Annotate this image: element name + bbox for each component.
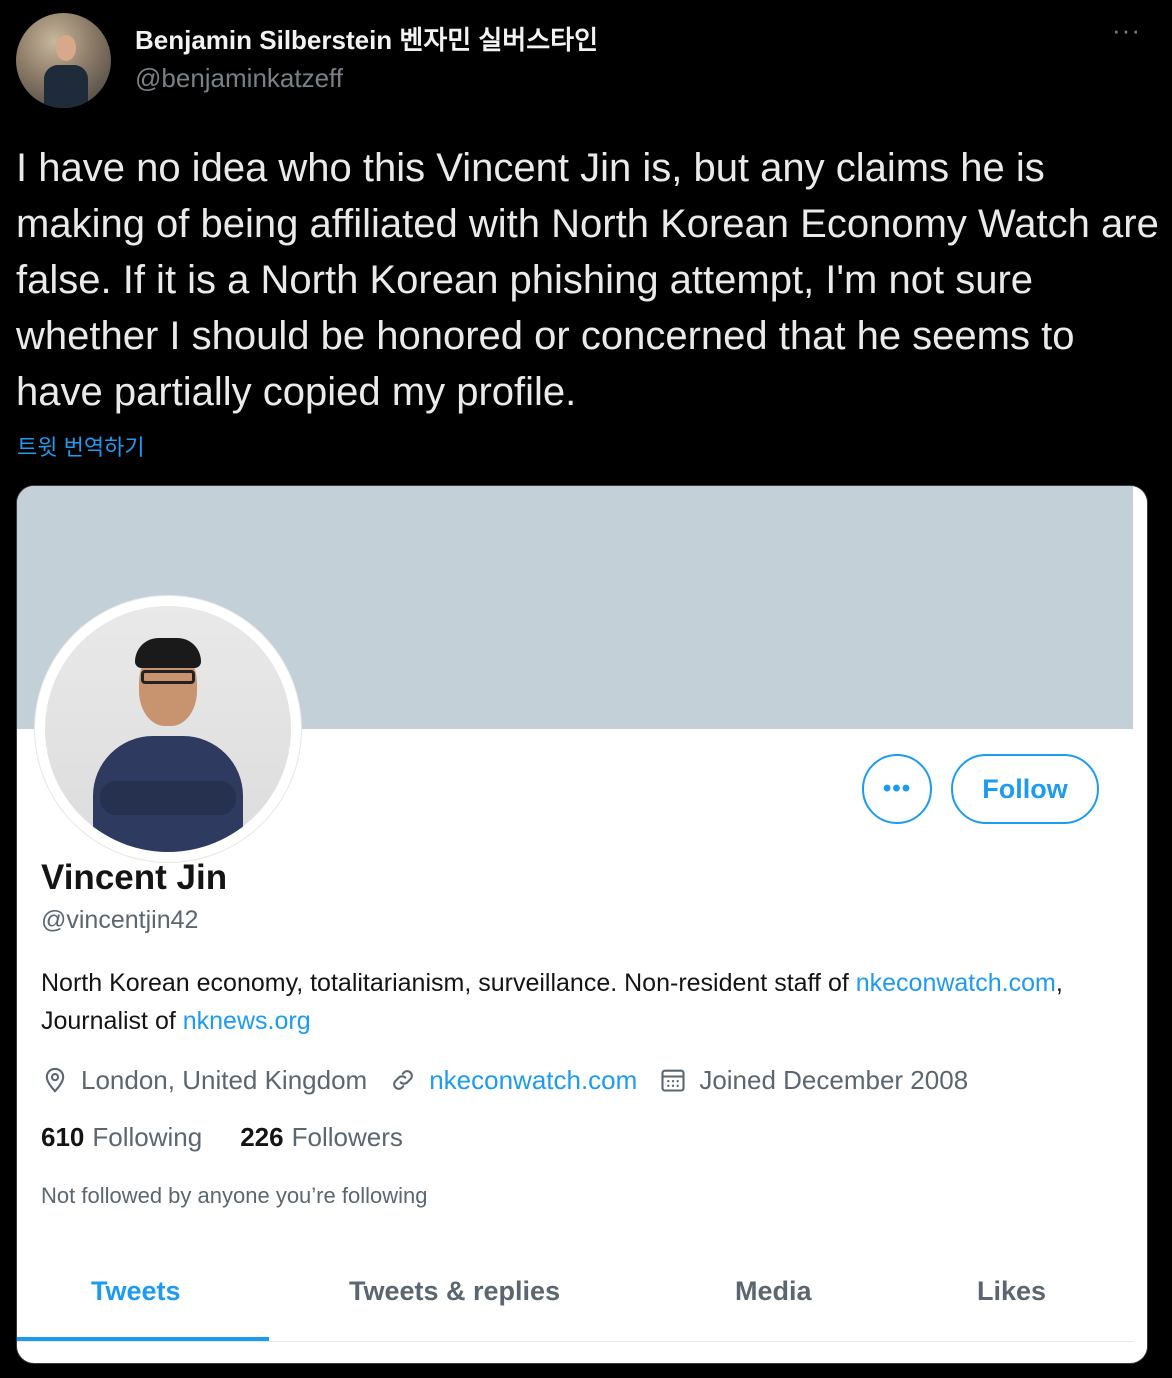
tweet-text: I have no idea who this Vincent Jin is, … bbox=[16, 146, 1159, 414]
profile-bio: North Korean economy, totalitarianism, s… bbox=[41, 964, 1101, 1040]
translate-tweet-link[interactable]: 트윗 번역하기 bbox=[17, 430, 145, 462]
follow-button: Follow bbox=[951, 754, 1099, 824]
profile-tabs: Tweets Tweets & replies Media Likes bbox=[17, 1256, 1133, 1342]
active-tab-indicator bbox=[17, 1337, 269, 1341]
calendar-icon bbox=[661, 1069, 685, 1092]
location-icon bbox=[45, 1067, 65, 1093]
profile-location: London, United Kingdom bbox=[81, 1064, 368, 1095]
screenshot-profile-card[interactable]: ••• Follow Vincent Jin @vincentjin42 Nor… bbox=[16, 485, 1148, 1364]
card-edge bbox=[1133, 486, 1147, 1363]
profile-website: nkeconwatch.com bbox=[429, 1064, 638, 1095]
followers-stat: 226 Followers bbox=[240, 1122, 403, 1152]
profile-more-button: ••• bbox=[862, 754, 932, 824]
profile-avatar bbox=[35, 596, 301, 862]
following-stat: 610 Following bbox=[41, 1122, 203, 1152]
profile-stats: 610 Following 226 Followers bbox=[41, 1122, 403, 1153]
tab-tweets: Tweets bbox=[91, 1276, 181, 1306]
author-avatar[interactable] bbox=[16, 13, 111, 108]
bio-link-nkeconwatch: nkeconwatch.com bbox=[855, 969, 1056, 997]
not-followed-note: Not followed by anyone you’re following bbox=[41, 1183, 428, 1208]
profile-handle: @vincentjin42 bbox=[41, 906, 199, 934]
author-name[interactable]: Benjamin Silberstein 벤자민 실버스타인 bbox=[135, 20, 598, 57]
more-options-icon[interactable]: ··· bbox=[1112, 17, 1146, 43]
profile-name: Vincent Jin bbox=[41, 858, 228, 897]
tab-media: Media bbox=[735, 1276, 812, 1306]
bio-link-nknews: nknews.org bbox=[182, 1007, 311, 1035]
tab-tweets-replies: Tweets & replies bbox=[349, 1276, 561, 1306]
profile-joined: Joined December 2008 bbox=[699, 1064, 969, 1095]
link-icon bbox=[393, 1070, 414, 1090]
bio-text: North Korean economy, totalitarianism, s… bbox=[41, 969, 856, 997]
avatar-face bbox=[56, 35, 76, 61]
profile-meta: London, United Kingdom nkeconwatch.com J… bbox=[41, 1062, 968, 1098]
tab-likes: Likes bbox=[977, 1276, 1047, 1306]
avatar-suit bbox=[44, 65, 88, 108]
author-handle[interactable]: @benjaminkatzeff bbox=[135, 63, 343, 94]
